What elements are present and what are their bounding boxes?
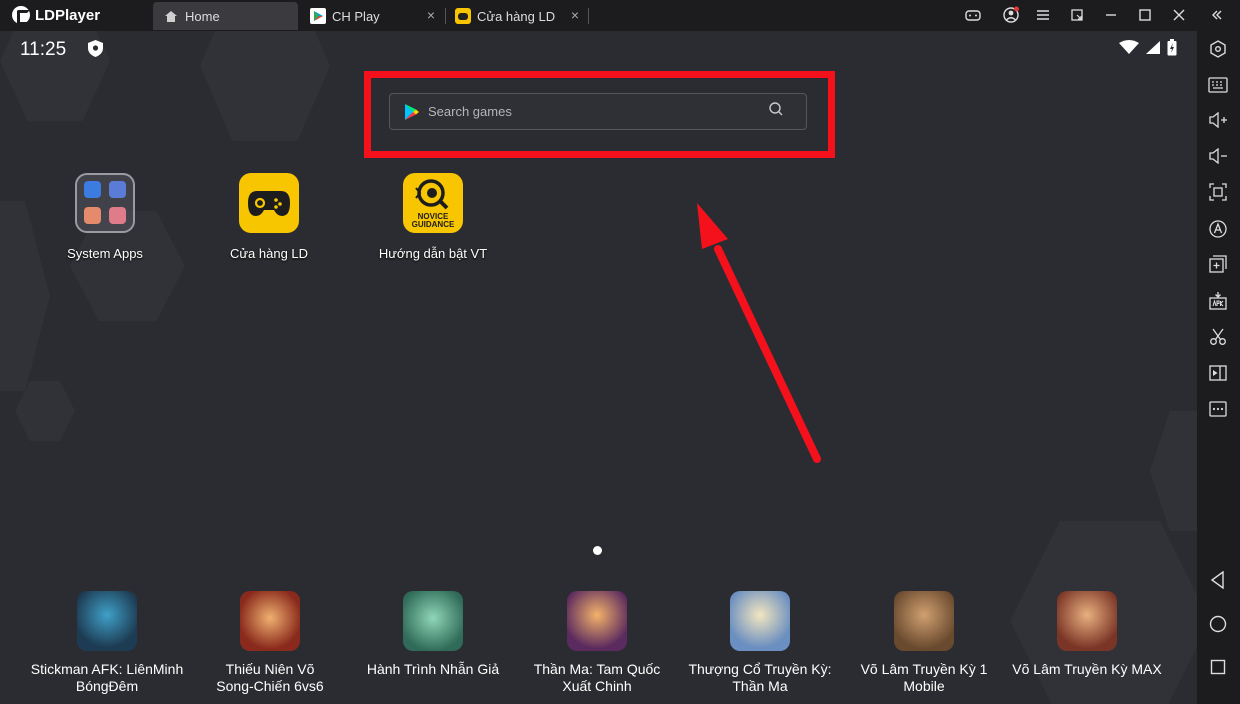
gamepad-icon[interactable] [963, 5, 983, 25]
app-label-line1: Stickman AFK: LiênMinh [30, 661, 184, 677]
gamepad-icon [455, 8, 471, 24]
android-home-screen: 11:25 Search games System Apps Cửa hàng [0, 31, 1197, 704]
system-apps-folder-icon [75, 173, 135, 233]
app-huong-dan-bat-vt[interactable]: NOVICE GUIDANCE Hướng dẫn bật VT [363, 173, 503, 261]
shield-icon [87, 39, 104, 63]
novice-guidance-icon: NOVICE GUIDANCE [403, 173, 463, 233]
more-options-icon[interactable] [1206, 397, 1230, 421]
dock-app[interactable]: Thần Ma: Tam Quốc Xuất Chinh [517, 591, 677, 695]
fullscreen-icon[interactable] [1206, 180, 1230, 204]
menu-icon[interactable] [1033, 5, 1053, 25]
home-circle-icon[interactable] [1206, 612, 1230, 636]
volume-up-icon[interactable] [1206, 108, 1230, 132]
close-tab-icon[interactable]: × [427, 7, 435, 23]
maximize-icon[interactable] [1135, 5, 1155, 25]
restore-window-icon[interactable] [1067, 5, 1087, 25]
vo-lam-truyen-ky-max-game-icon [1057, 591, 1117, 651]
recent-apps-icon[interactable] [1206, 655, 1230, 679]
dock-app[interactable]: Stickman AFK: LiênMinh BóngĐêm [27, 591, 187, 695]
tab-label: CH Play [332, 8, 380, 24]
back-icon[interactable] [1206, 568, 1230, 592]
dock-app[interactable]: Hành Trình Nhẫn Giả [353, 591, 513, 678]
app-label: System Apps [67, 246, 143, 261]
app-label-line1: Võ Lâm Truyền Kỳ MAX [1012, 661, 1162, 677]
ldplayer-logo-icon [12, 6, 30, 25]
tab-cua-hang-ld[interactable]: Cửa hàng LD × [445, 2, 587, 30]
account-icon[interactable] [1001, 5, 1021, 25]
collapse-sidebar-icon[interactable] [1207, 5, 1227, 25]
scissors-icon[interactable] [1206, 325, 1230, 349]
background-hexagon [1150, 411, 1197, 531]
app-label-line1: Võ Lâm Truyền Kỳ 1 [860, 661, 988, 677]
app-label-line1: Thiếu Niên Võ [225, 661, 315, 677]
than-ma-tam-quoc-game-icon [567, 591, 627, 651]
play-store-icon [310, 8, 326, 24]
highlight-box [364, 71, 835, 158]
minimize-icon[interactable] [1101, 5, 1121, 25]
title-bar: LDPlayer Home CH Play × Cửa hàng LD × [0, 0, 1240, 31]
app-label-line1: Thần Ma: Tam Quốc [533, 661, 661, 677]
hanh-trinh-nhan-gia-game-icon [403, 591, 463, 651]
cell-signal-icon [1145, 40, 1161, 60]
auto-rotate-icon[interactable] [1206, 217, 1230, 241]
app-label-line2: Mobile [903, 678, 945, 694]
stickman-afk-game-icon [77, 591, 137, 651]
status-icons [1119, 39, 1177, 61]
wifi-icon [1119, 40, 1139, 60]
tab-ch-play[interactable]: CH Play × [300, 2, 443, 30]
dock-app[interactable]: Võ Lâm Truyền Kỳ 1 Mobile [844, 591, 1004, 695]
tab-label: Home [185, 8, 220, 24]
multi-instance-icon[interactable] [1206, 252, 1230, 276]
background-hexagon [200, 31, 330, 141]
app-cua-hang-ld[interactable]: Cửa hàng LD [199, 173, 339, 261]
gamepad-icon [239, 173, 299, 233]
home-icon [163, 8, 179, 24]
dock-app[interactable]: Võ Lâm Truyền Kỳ MAX [1007, 591, 1167, 678]
dock-app[interactable]: Thượng Cổ Truyền Kỳ: Thần Ma [680, 591, 840, 695]
close-window-icon[interactable] [1169, 5, 1189, 25]
app-label-line1: Thượng Cổ Truyền Kỳ: [688, 661, 832, 677]
novice-guidance-text: NOVICE GUIDANCE [411, 212, 455, 229]
close-tab-icon[interactable]: × [571, 7, 579, 23]
app-label-line2: BóngĐêm [75, 678, 139, 694]
app-logo: LDPlayer [12, 5, 100, 25]
app-label-line1: Hành Trình Nhẫn Giả [366, 661, 500, 677]
thieu-nien-vo-song-game-icon [240, 591, 300, 651]
settings-hex-icon[interactable] [1206, 37, 1230, 61]
app-label-line2: Xuất Chinh [562, 678, 632, 694]
dock-app[interactable]: Thiếu Niên Võ Song-Chiến 6vs6 [190, 591, 350, 695]
vo-lam-truyen-ky-1-game-icon [894, 591, 954, 651]
keyboard-icon[interactable] [1206, 73, 1230, 97]
red-arrow-annotation [697, 203, 821, 463]
volume-down-icon[interactable] [1206, 144, 1230, 168]
app-label-line2: Song-Chiến 6vs6 [216, 678, 324, 694]
page-indicator-dot [593, 546, 602, 555]
tab-home[interactable]: Home [153, 2, 298, 30]
battery-charging-icon [1167, 39, 1177, 61]
status-time: 11:25 [20, 39, 67, 60]
right-toolbar [1197, 31, 1240, 704]
app-label: Hướng dẫn bật VT [378, 246, 488, 261]
tab-divider [588, 8, 589, 24]
thuong-co-truyen-ky-game-icon [730, 591, 790, 651]
install-apk-icon[interactable] [1206, 289, 1230, 313]
app-name: LDPlayer [35, 6, 101, 24]
video-record-icon[interactable] [1206, 361, 1230, 385]
app-label-line2: Thần Ma [732, 678, 788, 694]
app-system-apps[interactable]: System Apps [35, 173, 175, 261]
tab-label: Cửa hàng LD [477, 8, 556, 24]
app-label: Cửa hàng LD [229, 246, 309, 261]
